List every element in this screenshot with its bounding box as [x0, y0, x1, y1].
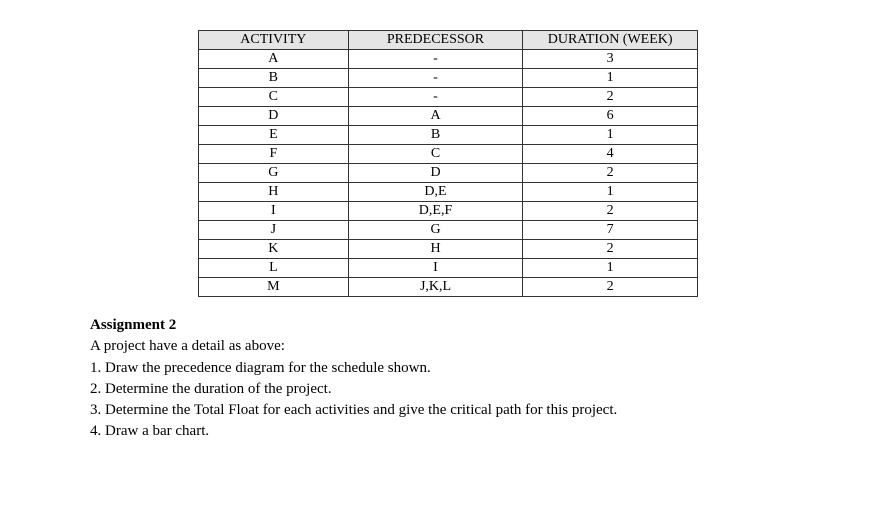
- cell-predecessor: -: [348, 69, 523, 88]
- cell-duration: 2: [523, 278, 698, 297]
- cell-activity: M: [199, 278, 349, 297]
- cell-duration: 1: [523, 183, 698, 202]
- assignment-item: 1. Draw the precedence diagram for the s…: [90, 358, 806, 378]
- cell-activity: L: [199, 259, 349, 278]
- header-activity: ACTIVITY: [199, 31, 349, 50]
- cell-predecessor: D: [348, 164, 523, 183]
- cell-activity: D: [199, 107, 349, 126]
- cell-activity: K: [199, 240, 349, 259]
- cell-duration: 7: [523, 221, 698, 240]
- cell-activity: F: [199, 145, 349, 164]
- table-row: A-3: [199, 50, 698, 69]
- table-row: LI1: [199, 259, 698, 278]
- table-row: C-2: [199, 88, 698, 107]
- cell-predecessor: B: [348, 126, 523, 145]
- assignment-heading: Assignment 2: [90, 315, 806, 335]
- cell-activity: G: [199, 164, 349, 183]
- cell-activity: I: [199, 202, 349, 221]
- cell-duration: 1: [523, 69, 698, 88]
- header-duration: DURATION (WEEK): [523, 31, 698, 50]
- cell-duration: 1: [523, 126, 698, 145]
- table-row: JG7: [199, 221, 698, 240]
- header-predecessor: PREDECESSOR: [348, 31, 523, 50]
- cell-predecessor: C: [348, 145, 523, 164]
- assignment-intro: A project have a detail as above:: [90, 336, 806, 356]
- assignment-item: 4. Draw a bar chart.: [90, 421, 806, 441]
- table-row: MJ,K,L2: [199, 278, 698, 297]
- assignment-item: 2. Determine the duration of the project…: [90, 379, 806, 399]
- cell-predecessor: -: [348, 50, 523, 69]
- table-row: B-1: [199, 69, 698, 88]
- cell-duration: 6: [523, 107, 698, 126]
- cell-activity: C: [199, 88, 349, 107]
- table-row: GD2: [199, 164, 698, 183]
- cell-predecessor: H: [348, 240, 523, 259]
- cell-activity: H: [199, 183, 349, 202]
- cell-duration: 3: [523, 50, 698, 69]
- table-row: KH2: [199, 240, 698, 259]
- cell-duration: 2: [523, 88, 698, 107]
- table-row: DA6: [199, 107, 698, 126]
- cell-duration: 4: [523, 145, 698, 164]
- cell-predecessor: -: [348, 88, 523, 107]
- cell-duration: 2: [523, 202, 698, 221]
- cell-predecessor: G: [348, 221, 523, 240]
- activity-table-container: ACTIVITY PREDECESSOR DURATION (WEEK) A-3…: [90, 30, 806, 297]
- cell-predecessor: I: [348, 259, 523, 278]
- table-body: A-3 B-1 C-2 DA6 EB1 FC4 GD2 HD,E1 ID,E,F…: [199, 50, 698, 297]
- assignment-text: Assignment 2 A project have a detail as …: [90, 315, 806, 442]
- cell-duration: 1: [523, 259, 698, 278]
- cell-duration: 2: [523, 164, 698, 183]
- cell-activity: J: [199, 221, 349, 240]
- cell-activity: E: [199, 126, 349, 145]
- cell-predecessor: D,E,F: [348, 202, 523, 221]
- table-row: ID,E,F2: [199, 202, 698, 221]
- cell-predecessor: D,E: [348, 183, 523, 202]
- cell-predecessor: J,K,L: [348, 278, 523, 297]
- cell-activity: A: [199, 50, 349, 69]
- table-row: EB1: [199, 126, 698, 145]
- cell-duration: 2: [523, 240, 698, 259]
- assignment-item: 3. Determine the Total Float for each ac…: [90, 400, 806, 420]
- cell-activity: B: [199, 69, 349, 88]
- cell-predecessor: A: [348, 107, 523, 126]
- table-row: HD,E1: [199, 183, 698, 202]
- table-row: FC4: [199, 145, 698, 164]
- activity-table: ACTIVITY PREDECESSOR DURATION (WEEK) A-3…: [198, 30, 698, 297]
- table-header-row: ACTIVITY PREDECESSOR DURATION (WEEK): [199, 31, 698, 50]
